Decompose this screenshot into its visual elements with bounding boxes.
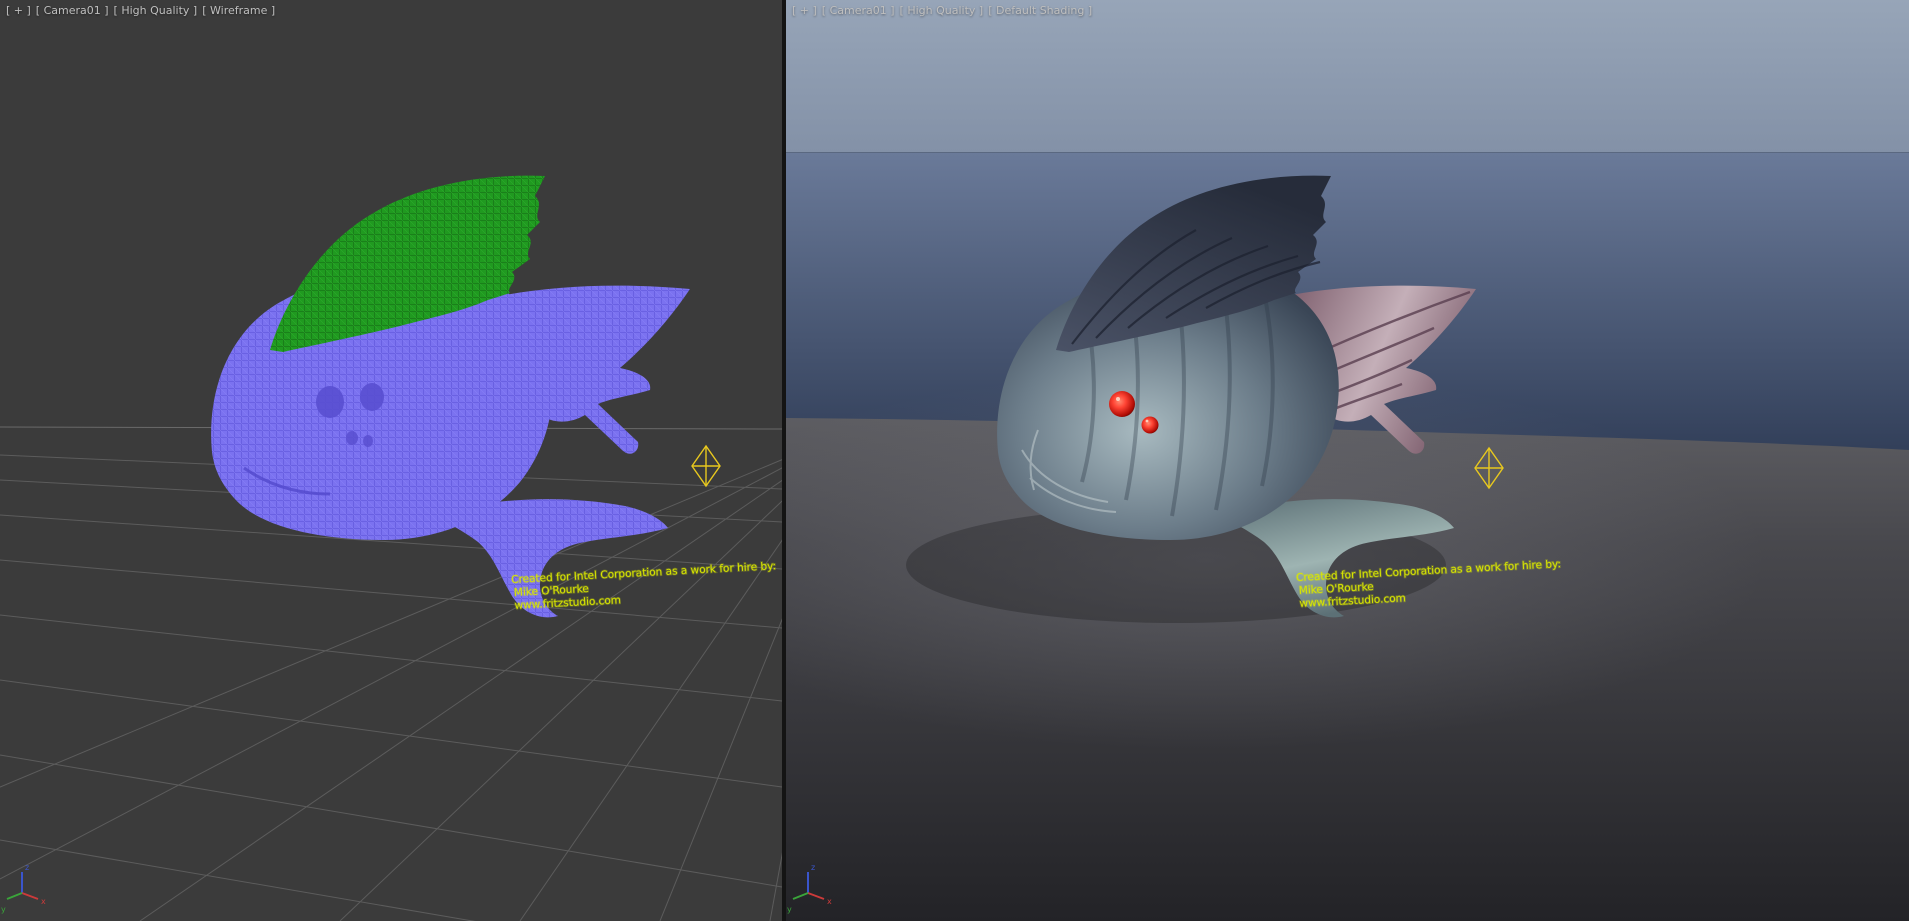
watermark-line1: Created for Intel Corporation as a work … — [511, 560, 777, 586]
viewport-label-right: [ + ] [ Camera01 ] [ High Quality ] [ De… — [792, 4, 1092, 17]
viewport-menu-camera[interactable]: [ Camera01 ] — [36, 4, 109, 17]
creature-eye — [1142, 417, 1159, 434]
wireframe-creature[interactable] — [211, 176, 690, 618]
axis-tripod-icon: x y z — [1, 863, 46, 914]
viewport-wireframe[interactable]: [ + ] [ Camera01 ] [ High Quality ] [ Wi… — [0, 0, 782, 921]
shaded-viewport-canvas[interactable]: Created for Intel Corporation as a work … — [786, 0, 1909, 921]
wireframe-viewport-canvas[interactable]: Created for Intel Corporation as a work … — [0, 0, 782, 921]
viewport-menu-shading[interactable]: [ Default Shading ] — [988, 4, 1092, 17]
viewport-menu-general[interactable]: [ + ] — [792, 4, 817, 17]
axis-z-label: z — [811, 863, 815, 872]
viewport-split-layout: [ + ] [ Camera01 ] [ High Quality ] [ Wi… — [0, 0, 1909, 921]
viewport-menu-camera[interactable]: [ Camera01 ] — [822, 4, 895, 17]
ground-plane — [786, 370, 1909, 921]
viewport-shaded[interactable]: [ + ] [ Camera01 ] [ High Quality ] [ De… — [786, 0, 1909, 921]
axis-x-label: x — [827, 897, 832, 906]
viewport-menu-general[interactable]: [ + ] — [6, 4, 31, 17]
viewport-divider[interactable] — [782, 0, 786, 921]
viewport-menu-quality[interactable]: [ High Quality ] — [114, 4, 198, 17]
viewport-menu-quality[interactable]: [ High Quality ] — [900, 4, 984, 17]
creature-eye — [1109, 391, 1135, 417]
axis-y-label: y — [787, 905, 792, 914]
axis-z-label: z — [25, 863, 29, 872]
viewport-label-left: [ + ] [ Camera01 ] [ High Quality ] [ Wi… — [6, 4, 275, 17]
viewport-menu-shading[interactable]: [ Wireframe ] — [202, 4, 275, 17]
axis-x-label: x — [41, 897, 46, 906]
axis-y-label: y — [1, 905, 6, 914]
diamond-helper-gizmo[interactable] — [692, 446, 720, 486]
